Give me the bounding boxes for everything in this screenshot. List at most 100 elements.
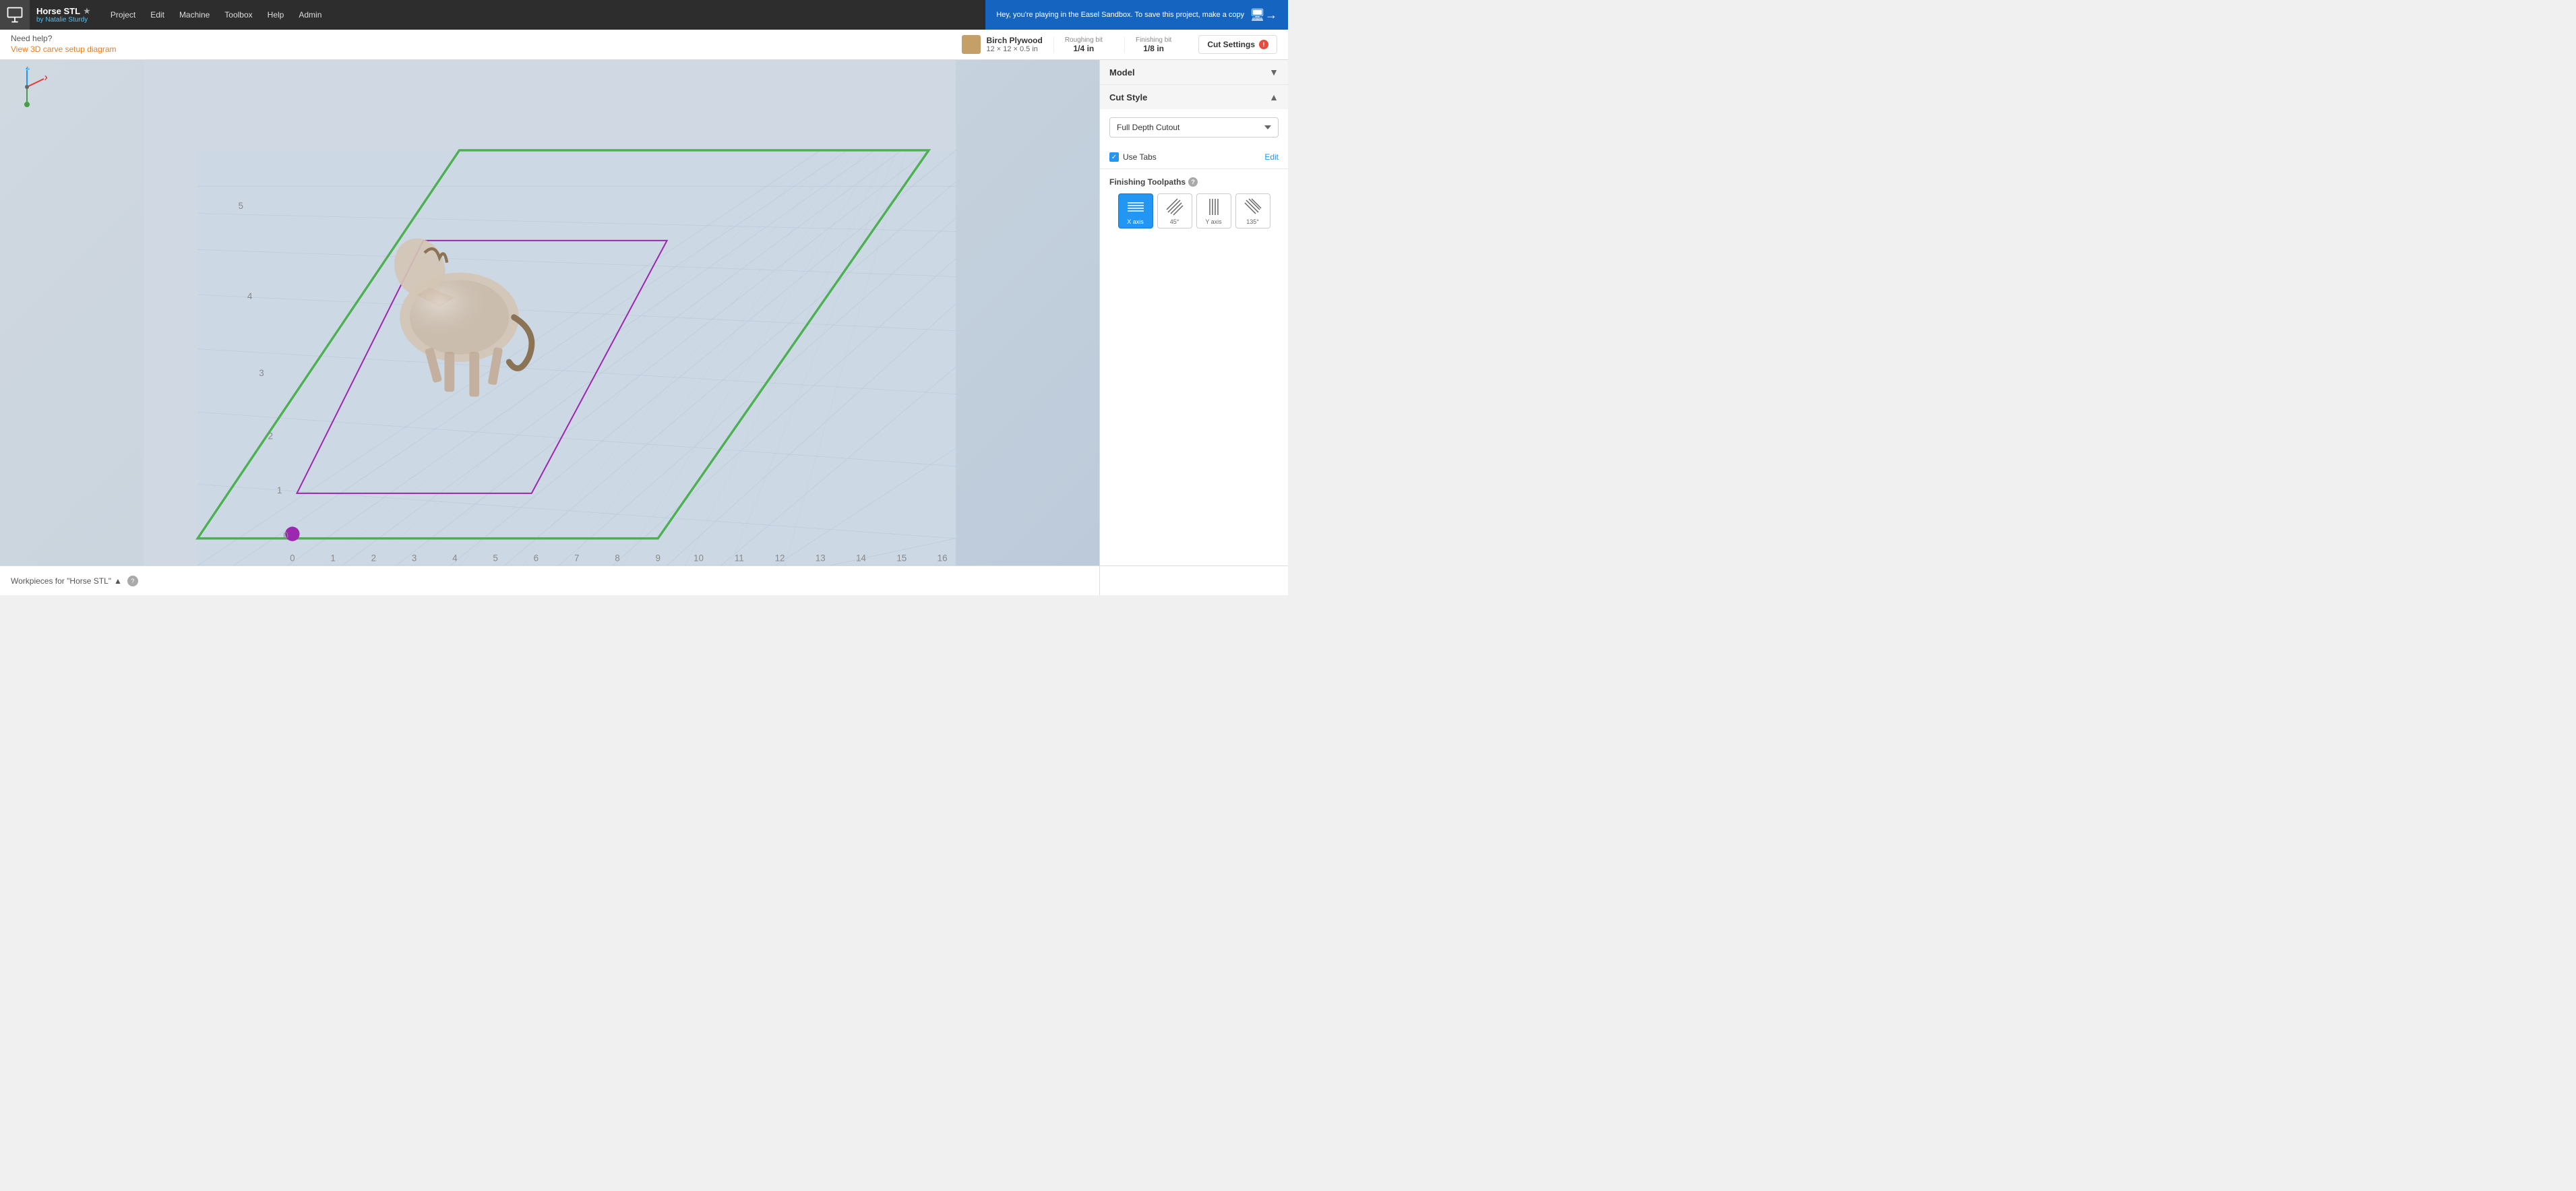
cut-settings-button[interactable]: Cut Settings !	[1198, 35, 1277, 54]
edit-tabs-link[interactable]: Edit	[1264, 152, 1279, 162]
toolpath-135-button[interactable]: 135°	[1235, 193, 1270, 228]
model-section: Model ▼	[1100, 60, 1288, 85]
monitor-icon: 🖥→	[1250, 8, 1277, 22]
finishing-help-icon[interactable]: ?	[1188, 177, 1198, 187]
use-tabs-row: Use Tabs Edit	[1100, 146, 1288, 169]
toolpath-xaxis-button[interactable]: X axis	[1118, 193, 1153, 228]
finishing-toolpaths-label: Finishing Toolpaths	[1109, 177, 1186, 187]
workpieces-chevron-icon[interactable]: ▲	[114, 576, 122, 586]
canvas-area[interactable]: Z X	[0, 60, 1099, 566]
sandbox-banner: Hey, you're playing in the Easel Sandbox…	[985, 0, 1288, 30]
axis-indicator: Z X	[7, 67, 47, 107]
help-text: Need help?	[11, 34, 117, 43]
svg-text:4: 4	[247, 291, 253, 301]
svg-text:5: 5	[238, 201, 243, 211]
svg-text:6: 6	[534, 553, 539, 563]
nav-edit[interactable]: Edit	[144, 6, 171, 24]
use-tabs-checkbox[interactable]	[1109, 152, 1119, 162]
right-panel: Model ▼ Cut Style ▲ Full Depth Cutout Po…	[1099, 60, 1288, 566]
project-name: Horse STL ★	[36, 6, 90, 16]
svg-text:14: 14	[856, 553, 866, 563]
roughing-bit-label: Roughing bit	[1065, 36, 1103, 44]
svg-text:8: 8	[615, 553, 619, 563]
svg-text:0: 0	[290, 553, 295, 563]
material-details: Birch Plywood 12 × 12 × 0.5 in	[986, 36, 1042, 53]
workpieces-text: Workpieces for "Horse STL"	[11, 576, 111, 586]
cut-style-section: Cut Style ▲ Full Depth Cutout Pocket Out…	[1100, 85, 1288, 169]
cut-style-dropdown[interactable]: Full Depth Cutout Pocket Outline	[1109, 117, 1279, 138]
svg-text:X: X	[44, 75, 47, 82]
main-nav: Project Edit Machine Toolbox Help Admin	[104, 6, 328, 24]
svg-text:0: 0	[283, 530, 288, 541]
svg-text:3: 3	[259, 368, 264, 378]
model-header[interactable]: Model ▼	[1100, 60, 1288, 84]
toolpath-xaxis-label: X axis	[1127, 218, 1144, 225]
svg-text:9: 9	[655, 553, 660, 563]
workpieces-label: Workpieces for "Horse STL" ▲	[11, 576, 122, 586]
model-chevron-icon: ▼	[1269, 67, 1279, 78]
finishing-title: Finishing Toolpaths ?	[1109, 177, 1279, 187]
roughing-bit-info: Roughing bit 1/4 in	[1053, 36, 1113, 53]
toolpath-135-label: 135°	[1246, 218, 1259, 225]
nav-help[interactable]: Help	[261, 6, 291, 24]
nav-admin[interactable]: Admin	[292, 6, 328, 24]
cut-settings-warning: !	[1259, 40, 1268, 49]
app-logo	[0, 0, 30, 30]
carve-setup-link[interactable]: View 3D carve setup diagram	[11, 44, 117, 54]
svg-text:5: 5	[493, 553, 497, 563]
cut-settings-label: Cut Settings	[1207, 40, 1255, 49]
roughing-bit-value: 1/4 in	[1074, 44, 1095, 53]
toolpath-buttons: X axis 45° Y axis	[1109, 193, 1279, 228]
cut-style-label: Cut Style	[1109, 92, 1147, 102]
bottom-bar	[1099, 566, 1288, 595]
nav-project[interactable]: Project	[104, 6, 142, 24]
nav-toolbox[interactable]: Toolbox	[218, 6, 259, 24]
toolpath-45-label: 45°	[1170, 218, 1179, 225]
project-title-area: Horse STL ★ by Natalie Sturdy	[30, 6, 97, 24]
grid-svg: 0 1 2 3 4 5 6 7 8 9 10 11 12 13 14 15 16…	[0, 60, 1099, 566]
finishing-toolpaths-section: Finishing Toolpaths ? X axis	[1100, 169, 1288, 237]
workpieces-help-icon[interactable]: ?	[127, 576, 138, 586]
sandbox-message: Hey, you're playing in the Easel Sandbox…	[996, 11, 1244, 19]
finishing-bit-info: Finishing bit 1/8 in	[1124, 36, 1182, 53]
easel-logo-icon	[5, 5, 24, 24]
material-swatch	[962, 35, 981, 54]
project-author: by Natalie Sturdy	[36, 16, 90, 24]
material-info: Birch Plywood 12 × 12 × 0.5 in	[962, 35, 1042, 54]
model-label: Model	[1109, 67, 1135, 78]
top-bar: Horse STL ★ by Natalie Sturdy Project Ed…	[0, 0, 1288, 30]
finishing-bit-label: Finishing bit	[1136, 36, 1171, 44]
svg-text:13: 13	[816, 553, 826, 563]
star-icon[interactable]: ★	[84, 7, 90, 16]
workpieces-bar: Workpieces for "Horse STL" ▲ ?	[0, 566, 1099, 595]
secondary-bar: Need help? View 3D carve setup diagram B…	[0, 30, 1288, 60]
svg-text:1: 1	[277, 485, 282, 495]
material-name: Birch Plywood	[986, 36, 1042, 45]
svg-text:10: 10	[694, 553, 704, 563]
svg-text:3: 3	[412, 553, 417, 563]
toolpath-yaxis-button[interactable]: Y axis	[1196, 193, 1231, 228]
nav-machine[interactable]: Machine	[173, 6, 216, 24]
material-size: 12 × 12 × 0.5 in	[986, 45, 1042, 53]
svg-text:11: 11	[735, 553, 744, 563]
svg-text:Z: Z	[26, 67, 30, 71]
help-text-area: Need help? View 3D carve setup diagram	[11, 34, 117, 55]
svg-text:7: 7	[574, 553, 579, 563]
svg-text:2: 2	[371, 553, 376, 563]
canvas-3d[interactable]: Z X	[0, 60, 1099, 566]
use-tabs-label[interactable]: Use Tabs	[1109, 152, 1157, 162]
use-tabs-text: Use Tabs	[1123, 152, 1157, 162]
toolpath-45-button[interactable]: 45°	[1157, 193, 1192, 228]
cut-style-header[interactable]: Cut Style ▲	[1100, 85, 1288, 109]
svg-text:2: 2	[268, 431, 273, 441]
svg-text:12: 12	[775, 553, 785, 563]
svg-text:1: 1	[330, 553, 335, 563]
finishing-bit-value: 1/8 in	[1143, 44, 1164, 53]
toolpath-yaxis-label: Y axis	[1205, 218, 1221, 225]
project-title: Horse STL	[36, 6, 80, 16]
svg-text:15: 15	[896, 553, 907, 563]
svg-text:4: 4	[452, 553, 458, 563]
cut-style-chevron-icon: ▲	[1269, 92, 1279, 102]
svg-text:16: 16	[938, 553, 948, 563]
cut-style-content: Full Depth Cutout Pocket Outline	[1100, 109, 1288, 146]
